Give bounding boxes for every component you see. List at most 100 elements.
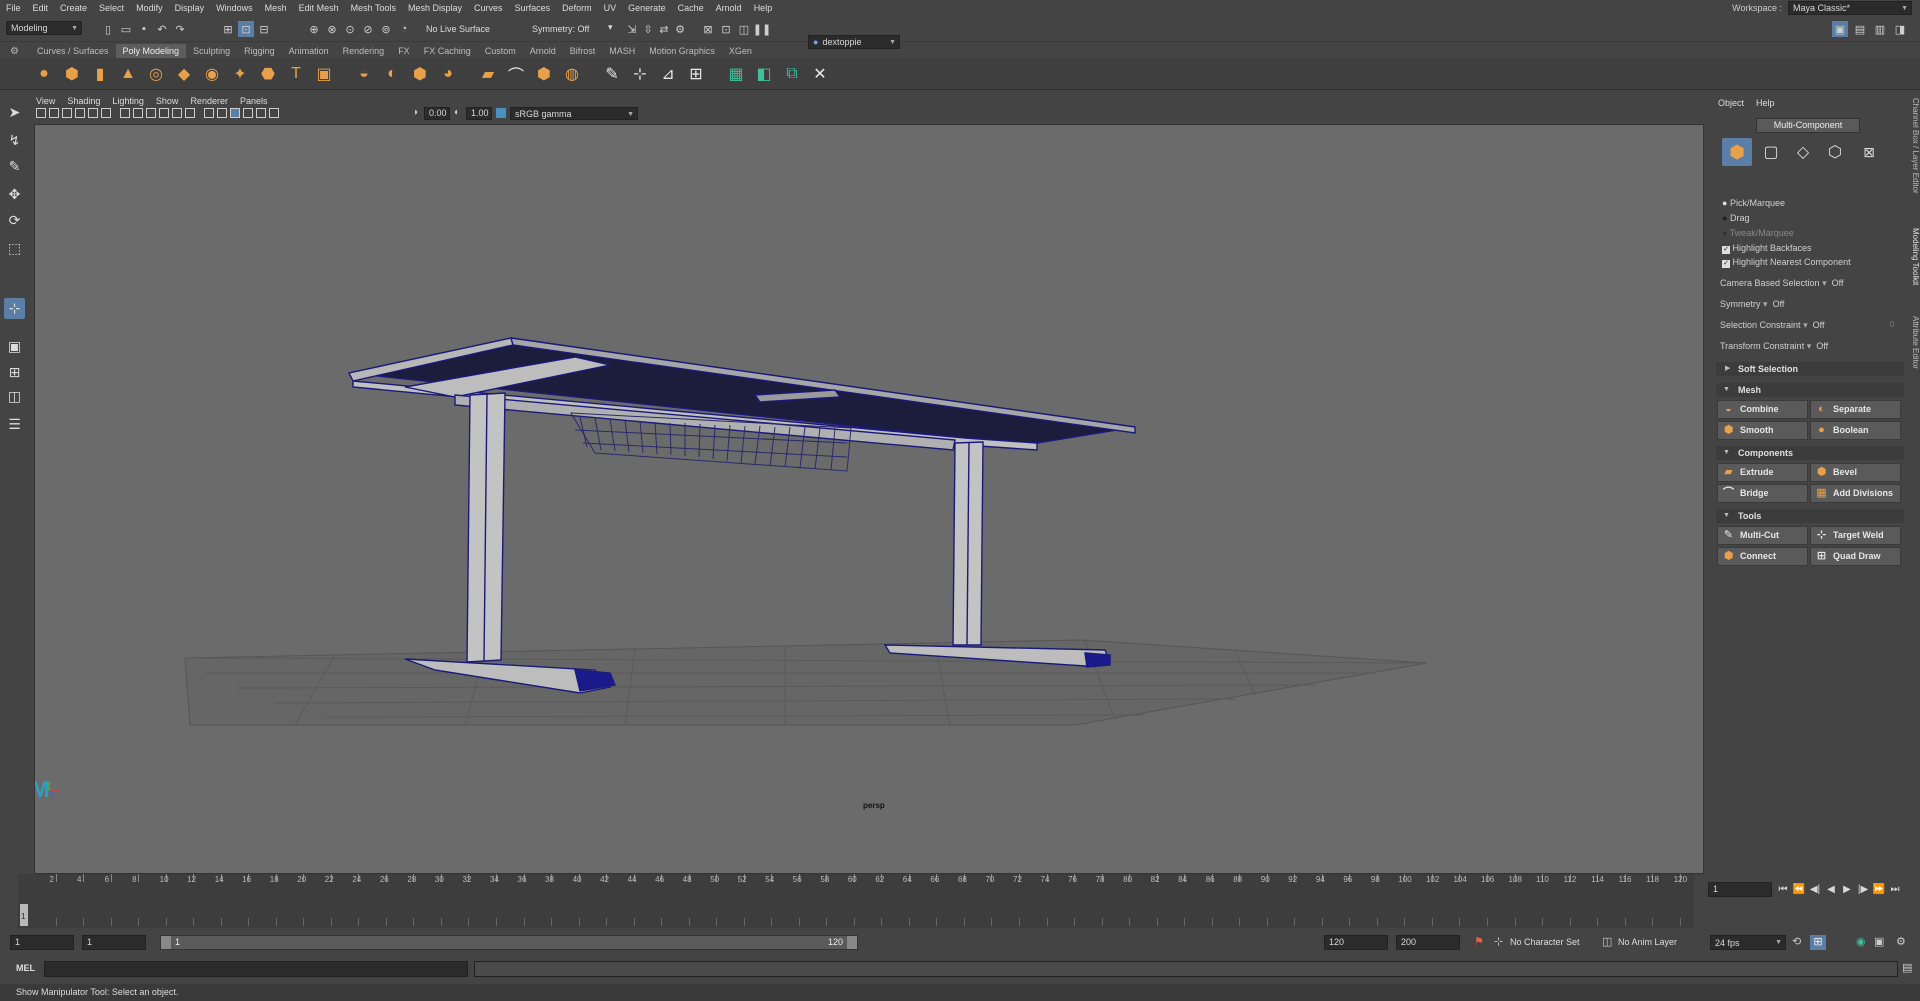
color-space-dropdown[interactable]: sRGB gamma ▼	[510, 107, 638, 120]
vertex-mode-icon[interactable]: ▢	[1758, 140, 1784, 164]
resolution-gate-icon[interactable]	[146, 108, 156, 118]
separate-button[interactable]: ◐ Separate	[1810, 400, 1901, 419]
workspace-dropdown[interactable]: Maya Classic* ▼	[1788, 1, 1912, 15]
snap-projected-icon[interactable]: ⊘	[360, 21, 376, 37]
shelf-tab-fx-caching[interactable]: FX Caching	[417, 44, 478, 58]
lights-icon[interactable]	[256, 108, 266, 118]
cylinder-icon[interactable]: ▮	[90, 64, 110, 84]
svg-icon[interactable]: ▣	[314, 64, 334, 84]
wireframe-icon[interactable]	[204, 108, 214, 118]
attribute-editor-tab[interactable]: Attribute Editor	[1908, 316, 1920, 369]
toggle-tools-b-icon[interactable]: ⊡	[718, 21, 734, 37]
exposure-field[interactable]: 0.00	[424, 107, 450, 120]
animation-start-field[interactable]: 1	[10, 935, 74, 950]
selection-constraint-row[interactable]: Selection Constraint ▾ Off	[1720, 320, 1824, 331]
channel-box-tab[interactable]: Channel Box / Layer Editor	[1908, 98, 1920, 194]
torus-icon[interactable]: ◎	[146, 64, 166, 84]
color-management-icon[interactable]	[496, 108, 506, 118]
play-forwards-icon[interactable]: ▶	[1840, 882, 1854, 896]
symmetry-chevron-icon[interactable]: ▾	[608, 22, 613, 33]
user-account-dropdown[interactable]: ● dextoppie ▼	[808, 35, 900, 49]
paint-select-tool-icon[interactable]: ✎	[4, 156, 25, 177]
playback-start-field[interactable]: 1	[82, 935, 146, 950]
cube-icon[interactable]: ⬢	[62, 64, 82, 84]
current-frame-field[interactable]: 1	[1708, 882, 1772, 897]
toggle-attributes-icon[interactable]: ▥	[1872, 21, 1888, 37]
shelf-tab-curves-surfaces[interactable]: Curves / Surfaces	[30, 44, 116, 58]
menu-mesh[interactable]: Mesh	[259, 3, 293, 13]
pause-icon[interactable]: ❚❚	[753, 21, 771, 37]
menu-help[interactable]: Help	[748, 3, 779, 13]
grease-pencil-icon[interactable]	[101, 108, 111, 118]
snap-view-plane-icon[interactable]: ⊚	[378, 21, 394, 37]
field-chart-icon[interactable]	[172, 108, 182, 118]
smooth-icon[interactable]: ⬢	[410, 64, 430, 84]
components-section[interactable]: Components	[1716, 446, 1904, 460]
animation-prefs-icon[interactable]: ▣	[1874, 935, 1888, 950]
menu-cache[interactable]: Cache	[672, 3, 710, 13]
open-scene-icon[interactable]: ▭	[118, 21, 134, 37]
bookmarks-icon[interactable]	[62, 108, 72, 118]
shelf-tab-xgen[interactable]: XGen	[722, 44, 759, 58]
exposure-icon[interactable]: ◑	[412, 107, 418, 118]
viewport-menu-panels[interactable]: Panels	[234, 96, 274, 106]
menu-mesh-tools[interactable]: Mesh Tools	[345, 3, 402, 13]
range-end-handle[interactable]	[847, 936, 857, 949]
menu-uv[interactable]: UV	[598, 3, 623, 13]
shelf-tab-rigging[interactable]: Rigging	[237, 44, 282, 58]
edge-mode-icon[interactable]: ◇	[1790, 140, 1816, 164]
toggle-channels-icon[interactable]: ◨	[1892, 21, 1908, 37]
scale-tool-icon[interactable]: ⬚	[4, 238, 25, 259]
shelf-tab-poly-modeling[interactable]: Poly Modeling	[115, 44, 187, 58]
viewport-menu-lighting[interactable]: Lighting	[106, 96, 150, 106]
uv-mode-icon[interactable]: ⊠	[1856, 140, 1882, 164]
snap-point-icon[interactable]: ⊙	[342, 21, 358, 37]
gamma-icon[interactable]: ◐	[454, 107, 460, 118]
two-d-pan-zoom-icon[interactable]	[88, 108, 98, 118]
target-weld-button[interactable]: ⊹ Target Weld	[1810, 526, 1901, 545]
platonic-icon[interactable]: ✦	[230, 64, 250, 84]
make-live-icon[interactable]: ◔	[396, 21, 412, 37]
select-tool-icon[interactable]: ➤	[4, 102, 25, 123]
menu-curves[interactable]: Curves	[468, 3, 509, 13]
bevel-button[interactable]: ⬢ Bevel	[1810, 463, 1901, 482]
plane-icon[interactable]: ◆	[174, 64, 194, 84]
connect-button[interactable]: ⬢ Connect	[1717, 547, 1808, 566]
extrude-button[interactable]: ▰ Extrude	[1717, 463, 1808, 482]
face-mode-icon[interactable]: ⬡	[1822, 140, 1848, 164]
shelf-tab-custom[interactable]: Custom	[478, 44, 523, 58]
fps-dropdown[interactable]: 24 fps ▼	[1710, 935, 1786, 950]
separate-icon[interactable]: ◐	[382, 64, 402, 84]
camera-select-icon[interactable]	[36, 108, 46, 118]
command-input[interactable]	[44, 961, 468, 977]
rotate-tool-icon[interactable]: ⟳	[4, 210, 25, 231]
move-tool-icon[interactable]: ✥	[4, 184, 25, 205]
multi-component-button[interactable]: Multi-Component	[1756, 118, 1860, 133]
drag-option[interactable]: ● Drag	[1722, 213, 1749, 223]
fill-hole-icon[interactable]: ◍	[562, 64, 582, 84]
menu-set-dropdown[interactable]: Modeling ▼	[6, 21, 82, 35]
shelf-tab-animation[interactable]: Animation	[282, 44, 336, 58]
type-icon[interactable]: T	[286, 64, 306, 84]
shelf-tab-mash[interactable]: MASH	[602, 44, 642, 58]
four-view-layout-icon[interactable]: ⊞	[4, 362, 25, 383]
target-weld-icon[interactable]: ⊹	[630, 64, 650, 84]
superellipse-icon[interactable]: ⬣	[258, 64, 278, 84]
highlight-nearest-checkbox[interactable]: ✓ Highlight Nearest Component	[1722, 257, 1851, 268]
menu-modify[interactable]: Modify	[130, 3, 169, 13]
symmetry-row[interactable]: Symmetry ▾ Off	[1720, 299, 1784, 310]
toggle-tools-a-icon[interactable]: ⊠	[700, 21, 716, 37]
shelf-tab-bifrost[interactable]: Bifrost	[563, 44, 603, 58]
multi-cut-button[interactable]: ✎ Multi-Cut	[1717, 526, 1808, 545]
viewport-canvas[interactable]: M persp	[34, 124, 1704, 874]
shelf-tab-rendering[interactable]: Rendering	[336, 44, 392, 58]
select-object-icon[interactable]: ⊡	[238, 21, 254, 37]
menu-windows[interactable]: Windows	[210, 3, 259, 13]
extrude-icon[interactable]: ▰	[478, 64, 498, 84]
step-forward-key-icon[interactable]: ⏩	[1872, 882, 1886, 896]
auto-key-icon[interactable]: ⚑	[1474, 935, 1488, 950]
multi-cut-icon[interactable]: ✎	[602, 64, 622, 84]
cache-playback-icon[interactable]: ⊞	[1810, 935, 1826, 950]
toggle-outliner-icon[interactable]: ▤	[1852, 21, 1868, 37]
menu-edit-mesh[interactable]: Edit Mesh	[293, 3, 345, 13]
